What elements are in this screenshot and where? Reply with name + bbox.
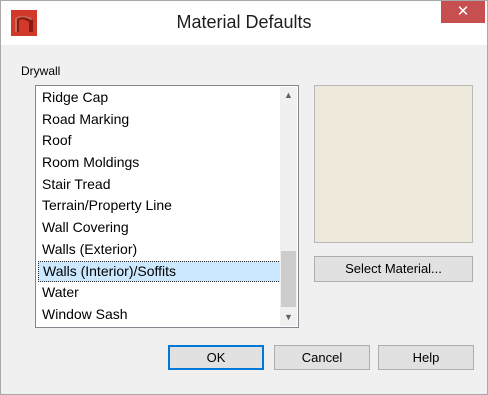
list-item[interactable]: Road Marking [38, 109, 281, 131]
list-item[interactable]: Walls (Interior)/Soffits [38, 260, 281, 283]
title-bar[interactable]: Material Defaults ✕ [1, 1, 487, 45]
list-item[interactable]: Terrain/Property Line [38, 195, 281, 217]
list-item[interactable]: Wall Covering [38, 217, 281, 239]
window-title: Material Defaults [176, 12, 312, 32]
ok-button[interactable]: OK [168, 345, 264, 370]
list-item[interactable]: Stair Tread [38, 174, 281, 196]
list-item[interactable]: Ridge Cap [38, 87, 281, 109]
list-item[interactable]: Walls (Exterior) [38, 239, 281, 261]
list-item[interactable]: Room Moldings [38, 152, 281, 174]
list-scrollbar[interactable]: ▲ ▼ [280, 87, 297, 326]
scroll-thumb[interactable] [281, 251, 296, 307]
help-button[interactable]: Help [378, 345, 474, 370]
list-item[interactable]: Window Sash [38, 304, 281, 326]
close-button[interactable]: ✕ [441, 1, 485, 23]
section-label: Drywall [21, 64, 61, 78]
scroll-down-icon[interactable]: ▼ [280, 309, 297, 326]
close-icon: ✕ [456, 3, 470, 20]
material-listbox[interactable]: Ridge Cap Road Marking Roof Room Moldings St… [35, 85, 299, 328]
scroll-up-icon[interactable]: ▲ [280, 87, 297, 104]
material-preview [314, 85, 473, 243]
material-defaults-dialog: Material Defaults ✕ Drywall Ridge Cap Roa… [0, 0, 488, 395]
list-items: Ridge Cap Road Marking Roof Room Moldings St… [38, 87, 281, 326]
list-item[interactable]: Water [38, 282, 281, 304]
select-material-button[interactable]: Select Material... [314, 256, 473, 282]
list-item[interactable]: Roof [38, 130, 281, 152]
cancel-button[interactable]: Cancel [274, 345, 370, 370]
